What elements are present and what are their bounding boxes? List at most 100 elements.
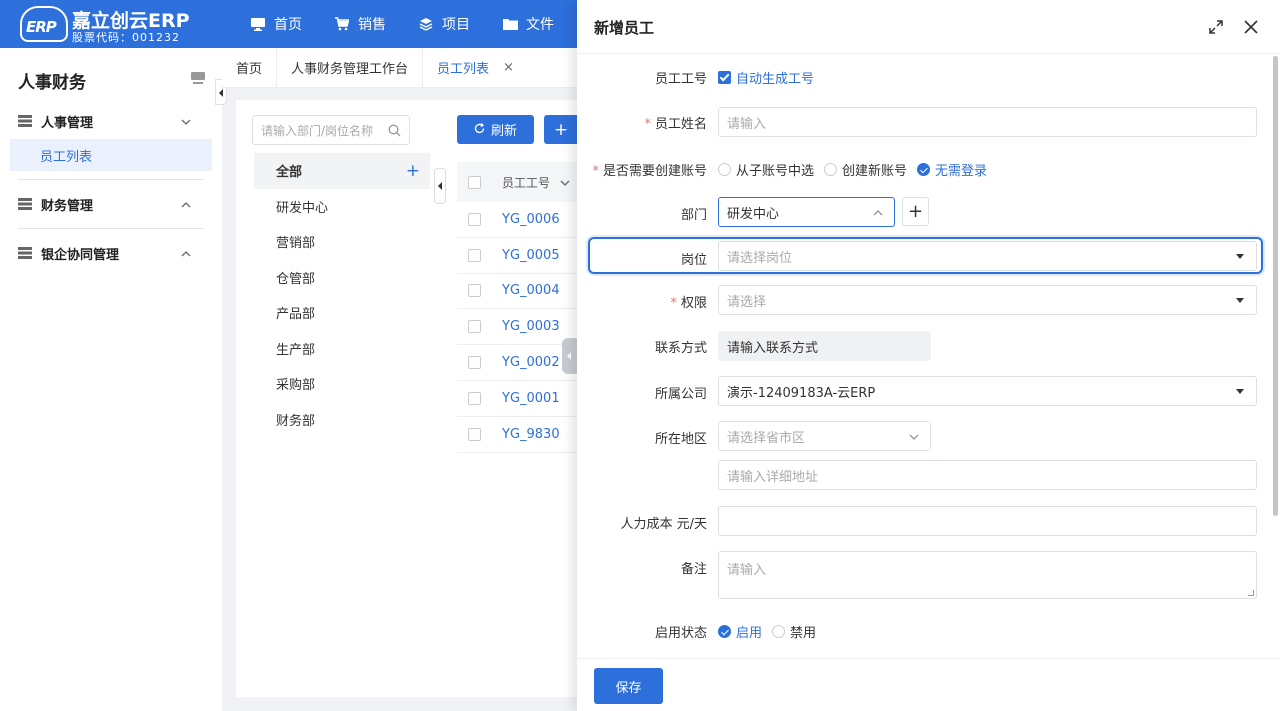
search-icon[interactable] bbox=[388, 124, 401, 137]
add-dept-button[interactable]: + bbox=[902, 197, 929, 226]
table-row[interactable]: YG_0003 bbox=[457, 309, 578, 346]
folder-icon bbox=[502, 16, 518, 32]
table-row[interactable]: YG_0002 bbox=[457, 345, 578, 381]
row-checkbox[interactable] bbox=[468, 248, 481, 262]
radio-enabled[interactable]: 启用 bbox=[718, 622, 762, 641]
nav-sales[interactable]: 销售 bbox=[332, 0, 402, 48]
radio-no-login[interactable]: 无需登录 bbox=[917, 160, 987, 179]
region-placeholder: 请选择省市区 bbox=[727, 430, 806, 446]
add-dept-icon[interactable]: + bbox=[406, 161, 420, 181]
table-header: 员工工号 bbox=[457, 162, 578, 202]
contact-label-text: 联系方式 bbox=[654, 341, 707, 356]
table-row[interactable]: YG_0001 bbox=[457, 381, 578, 417]
dept-item[interactable]: 营销部 bbox=[254, 224, 430, 260]
column-header-emp-no[interactable]: 员工工号 bbox=[502, 174, 550, 191]
address-input[interactable]: 请输入详细地址 bbox=[718, 460, 1257, 490]
row-checkbox[interactable] bbox=[468, 212, 481, 226]
row-checkbox[interactable] bbox=[468, 356, 481, 370]
perm-select[interactable]: 请选择 bbox=[718, 285, 1257, 315]
close-icon[interactable] bbox=[1243, 19, 1259, 35]
chevron-down-icon bbox=[181, 116, 191, 126]
post-select[interactable]: 请选择岗位 bbox=[718, 241, 1257, 271]
monitor-icon bbox=[250, 16, 266, 32]
monitor-icon[interactable] bbox=[191, 71, 205, 85]
nav-files-label: 文件 bbox=[526, 17, 554, 33]
name-input[interactable]: 请输入 bbox=[718, 107, 1257, 137]
tab-home[interactable]: 首页 bbox=[222, 47, 278, 88]
dept-item[interactable]: 财务部 bbox=[254, 402, 430, 438]
table-row[interactable]: YG_0005 bbox=[457, 238, 578, 274]
dept-item[interactable]: 研发中心 bbox=[254, 189, 430, 225]
refresh-button[interactable]: 刷新 bbox=[457, 115, 534, 144]
tab-hr-workbench[interactable]: 人事财务管理工作台 bbox=[277, 47, 424, 88]
expand-icon[interactable] bbox=[1208, 19, 1224, 35]
nav-home[interactable]: 首页 bbox=[248, 0, 318, 48]
chevron-down-icon[interactable] bbox=[560, 177, 570, 187]
chevron-up-icon bbox=[181, 199, 191, 209]
remark-textarea[interactable]: 请输入 bbox=[718, 551, 1257, 599]
company-label-text: 所属公司 bbox=[654, 387, 707, 402]
drawer-splitter-handle[interactable] bbox=[562, 338, 578, 374]
emp-no-link[interactable]: YG_0003 bbox=[502, 319, 560, 334]
dept-search-input[interactable]: 请输入部门/岗位名称 bbox=[252, 115, 410, 145]
dept-item[interactable]: 产品部 bbox=[254, 295, 430, 331]
table-row[interactable]: YG_0004 bbox=[457, 274, 578, 310]
company-select[interactable]: 演示-12409183A-云ERP bbox=[718, 376, 1257, 406]
auto-emp-no-checkbox[interactable]: 自动生成工号 bbox=[718, 68, 814, 87]
dept-item-all[interactable]: 全部 + bbox=[254, 153, 430, 189]
radio-icon bbox=[772, 625, 786, 638]
cost-label-text: 人力成本 元/天 bbox=[620, 517, 707, 532]
row-checkbox[interactable] bbox=[468, 284, 481, 298]
close-icon[interactable]: × bbox=[503, 60, 514, 75]
tab-employee-list[interactable]: 员工列表 × bbox=[423, 48, 528, 88]
dept-list-collapse-button[interactable] bbox=[434, 168, 446, 204]
save-button[interactable]: 保存 bbox=[594, 668, 663, 704]
dept-item-label: 研发中心 bbox=[276, 200, 329, 216]
emp-no-link[interactable]: YG_0002 bbox=[502, 355, 560, 370]
dept-item[interactable]: 仓管部 bbox=[254, 260, 430, 296]
contact-input[interactable]: 请输入联系方式 bbox=[718, 331, 931, 361]
auto-emp-no-label: 自动生成工号 bbox=[736, 72, 815, 87]
cost-label: 人力成本 元/天 bbox=[577, 513, 707, 532]
row-checkbox[interactable] bbox=[468, 427, 481, 441]
emp-no-link[interactable]: YG_0001 bbox=[502, 391, 560, 406]
account-label: * 是否需要创建账号 bbox=[577, 160, 707, 179]
sidebar-group-bank[interactable]: 银企协同管理 bbox=[0, 237, 222, 269]
nav-files[interactable]: 文件 bbox=[500, 0, 570, 48]
brand-logo[interactable]: ERP 嘉立创云ERP 股票代码：001232 bbox=[20, 6, 200, 44]
dept-item-label: 营销部 bbox=[276, 236, 316, 252]
dept-item[interactable]: 采购部 bbox=[254, 366, 430, 402]
resize-handle-icon[interactable] bbox=[1248, 590, 1254, 596]
post-label: 岗位 bbox=[577, 249, 707, 268]
dept-item[interactable]: 生产部 bbox=[254, 331, 430, 367]
radio-from-subaccount[interactable]: 从子账号中选 bbox=[718, 160, 814, 179]
nav-project[interactable]: 项目 bbox=[416, 0, 486, 48]
drawer-scrollbar[interactable] bbox=[1273, 56, 1278, 516]
add-employee-button[interactable]: + bbox=[544, 115, 578, 144]
add-employee-drawer: 新增员工 员工工号 自动生成工号 * 员工姓名 请输入 * 是否需要创建账号 从子账… bbox=[577, 0, 1280, 711]
perm-label: * 权限 bbox=[577, 292, 707, 311]
sidebar-group-hr[interactable]: 人事管理 bbox=[0, 105, 222, 137]
emp-no-link[interactable]: YG_9830 bbox=[502, 427, 560, 442]
table-row[interactable]: YG_9830 bbox=[457, 417, 578, 453]
region-select[interactable]: 请选择省市区 bbox=[718, 421, 931, 451]
dept-item-label: 仓管部 bbox=[276, 271, 316, 287]
table-row[interactable]: YG_0006 bbox=[457, 202, 578, 238]
radio-label: 无需登录 bbox=[935, 164, 988, 179]
address-placeholder: 请输入详细地址 bbox=[727, 469, 819, 485]
radio-disabled[interactable]: 禁用 bbox=[772, 622, 816, 641]
dept-select[interactable]: 研发中心 bbox=[718, 197, 895, 227]
sidebar-group-finance[interactable]: 财务管理 bbox=[0, 188, 222, 220]
emp-no-link[interactable]: YG_0005 bbox=[502, 248, 560, 263]
emp-no-link[interactable]: YG_0006 bbox=[502, 212, 560, 227]
sidebar-item-employee-list[interactable]: 员工列表 bbox=[10, 139, 212, 171]
select-all-checkbox[interactable] bbox=[468, 175, 481, 189]
row-checkbox[interactable] bbox=[468, 391, 481, 405]
row-checkbox[interactable] bbox=[468, 320, 481, 334]
caret-down-icon bbox=[1236, 389, 1244, 394]
name-placeholder: 请输入 bbox=[727, 116, 767, 132]
cost-input[interactable] bbox=[718, 506, 1257, 536]
dept-item-label: 财务部 bbox=[276, 413, 316, 429]
emp-no-link[interactable]: YG_0004 bbox=[502, 283, 560, 298]
radio-create-account[interactable]: 创建新账号 bbox=[824, 160, 907, 179]
